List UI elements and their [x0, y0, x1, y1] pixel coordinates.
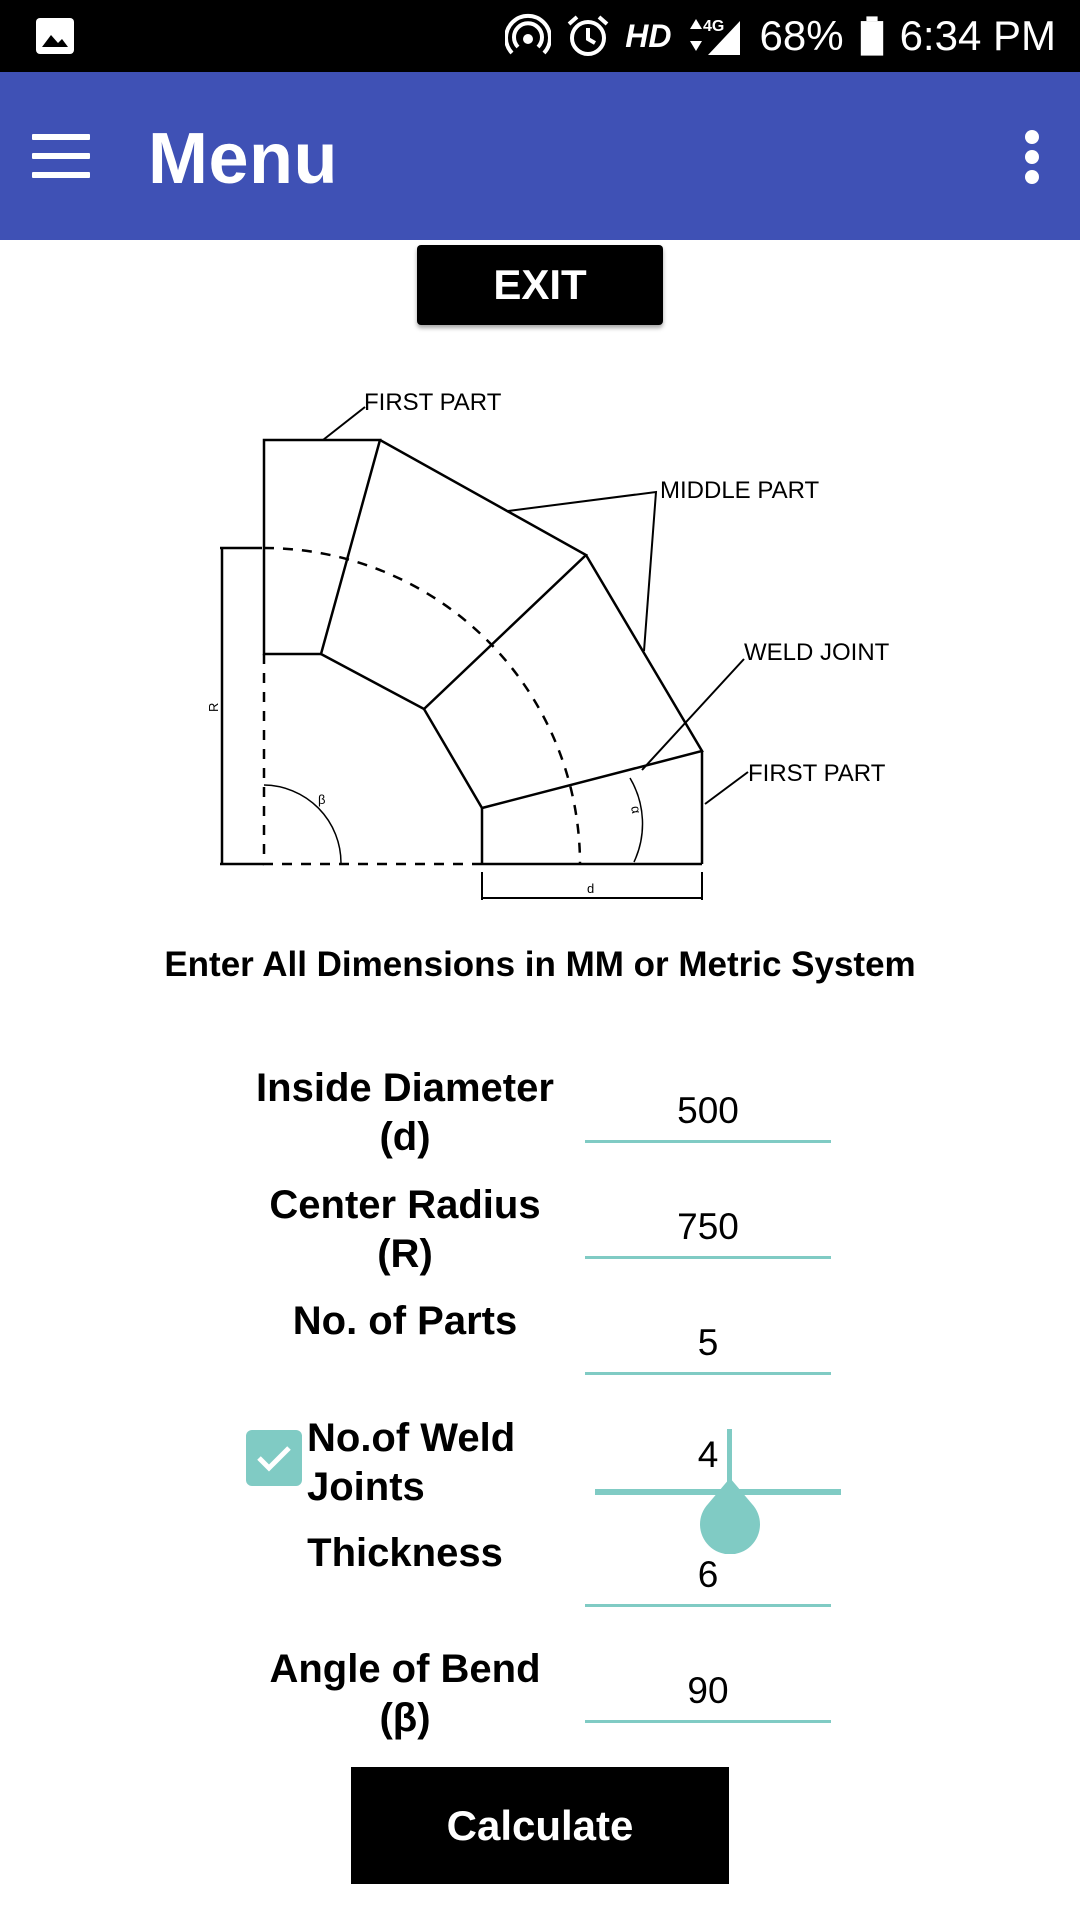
angle-input[interactable]: 90	[585, 1663, 831, 1723]
center-radius-input[interactable]: 750	[585, 1199, 831, 1259]
network-type-label: 4G	[703, 18, 724, 35]
overflow-menu-icon[interactable]	[1020, 130, 1044, 184]
battery-percent: 68%	[759, 12, 844, 59]
thickness-label: Thickness	[307, 1531, 503, 1575]
weld-joints-checkbox[interactable]	[246, 1430, 302, 1486]
instructions-text: Enter All Dimensions in MM or Metric Sys…	[164, 945, 916, 984]
label-radius: R	[206, 703, 221, 712]
label-first-part-bottom: FIRST PART	[748, 760, 886, 787]
inside-diameter-input[interactable]: 500	[585, 1083, 831, 1143]
menu-icon[interactable]	[32, 134, 90, 178]
text-cursor-handle[interactable]	[699, 1478, 761, 1554]
network-label: HD	[625, 17, 672, 54]
pipe-bend-diagram: FIRST PART MIDDLE PART WELD JOINT FIRST …	[206, 389, 890, 900]
parts-input[interactable]: 5	[585, 1315, 831, 1375]
angle-label-line1: Angle of Bend	[269, 1647, 541, 1691]
weld-joints-label-line2: Joints	[307, 1465, 425, 1509]
alarm-icon	[567, 15, 609, 56]
thickness-input[interactable]: 6	[585, 1547, 831, 1607]
label-diameter: d	[587, 881, 594, 896]
app-bar: Menu	[0, 72, 1080, 240]
exit-button[interactable]: EXIT	[417, 245, 663, 325]
gallery-icon	[36, 18, 74, 54]
calculate-button[interactable]: Calculate	[351, 1767, 729, 1884]
label-weld-joint: WELD JOINT	[744, 639, 890, 666]
label-middle-part: MIDDLE PART	[660, 477, 819, 504]
clock: 6:34 PM	[899, 12, 1056, 59]
center-radius-label-line2: (R)	[377, 1232, 433, 1276]
signal-icon: 4G	[689, 18, 740, 55]
inside-diameter-label-line1: Inside Diameter	[256, 1066, 554, 1110]
weld-joints-label: No.of Weld Joints	[307, 1414, 537, 1512]
hotspot-icon	[505, 13, 552, 55]
app-title: Menu	[148, 119, 338, 199]
battery-icon	[860, 16, 883, 56]
inside-diameter-label-line2: (d)	[379, 1115, 431, 1159]
center-radius-label-line1: Center Radius	[269, 1183, 541, 1227]
inside-diameter-label: Inside Diameter (d)	[230, 1064, 580, 1162]
parts-label: No. of Parts	[292, 1299, 518, 1343]
angle-label: Angle of Bend (β)	[230, 1645, 580, 1743]
weld-joints-label-line1: No.of Weld	[307, 1416, 516, 1460]
status-bar: HD 4G 68% 6:34 PM	[0, 0, 1080, 72]
label-first-part-top: FIRST PART	[364, 389, 502, 416]
check-icon	[257, 1446, 291, 1472]
angle-label-line2: (β)	[379, 1696, 431, 1740]
center-radius-label: Center Radius (R)	[230, 1181, 580, 1279]
label-beta: β	[318, 792, 325, 807]
